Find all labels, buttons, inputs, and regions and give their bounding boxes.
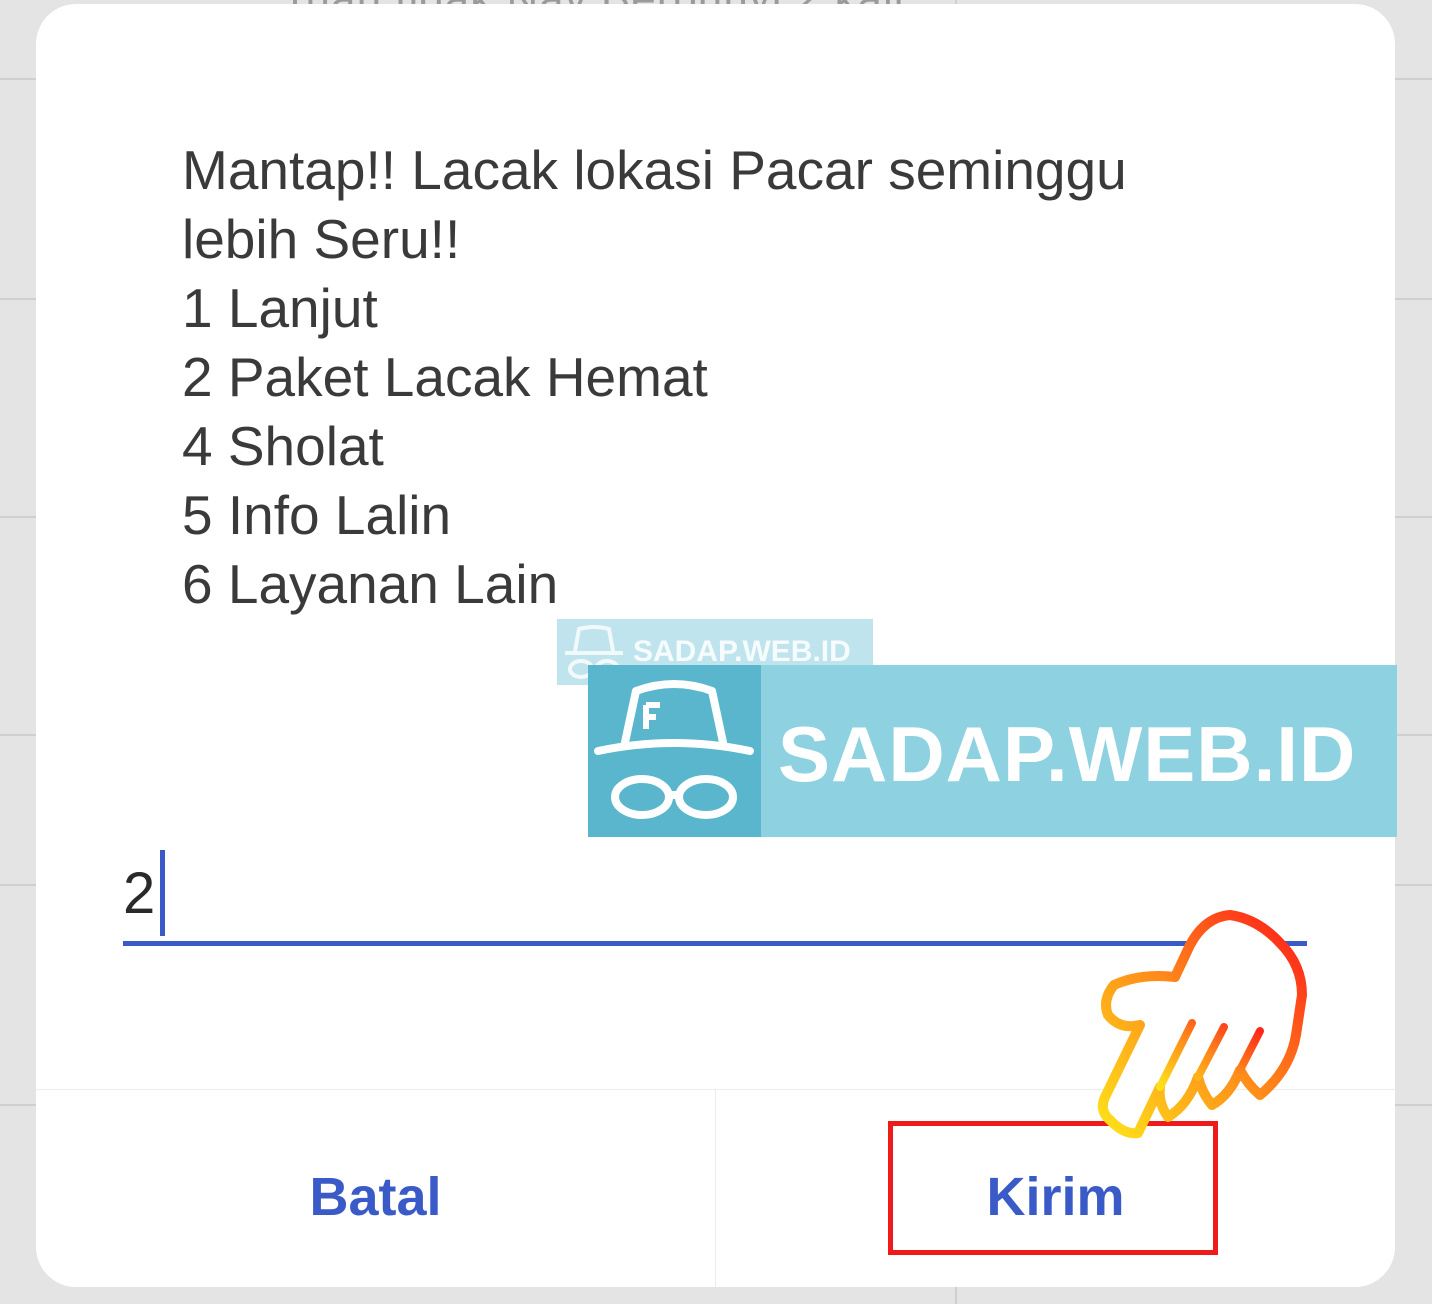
watermark-logo	[588, 665, 761, 837]
spy-hat-glasses-icon	[594, 680, 754, 819]
message-line: lebih Seru!!	[182, 208, 461, 270]
watermark-small-text: SADAP.WEB.ID	[633, 635, 851, 668]
menu-option-info-lalin: 5 Info Lalin	[182, 484, 452, 546]
menu-option-paket-lacak-hemat: 2 Paket Lacak Hemat	[182, 346, 708, 408]
menu-option-sholat: 4 Sholat	[182, 415, 384, 477]
pointing-hand-icon	[1097, 910, 1307, 1139]
watermark-large: SADAP.WEB.ID	[588, 665, 1397, 837]
reply-input-value: 2	[123, 861, 156, 926]
cancel-button[interactable]: Batal	[36, 1090, 715, 1287]
message-line: Mantap!! Lacak lokasi Pacar seminggu	[182, 139, 1127, 201]
watermark-large-text: SADAP.WEB.ID	[778, 710, 1357, 798]
text-caret	[160, 850, 165, 936]
dialog-message: Mantap!! Lacak lokasi Pacar seminggu leb…	[182, 136, 1282, 619]
menu-option-layanan-lain: 6 Layanan Lain	[182, 553, 559, 615]
menu-option-lanjut: 1 Lanjut	[182, 277, 378, 339]
